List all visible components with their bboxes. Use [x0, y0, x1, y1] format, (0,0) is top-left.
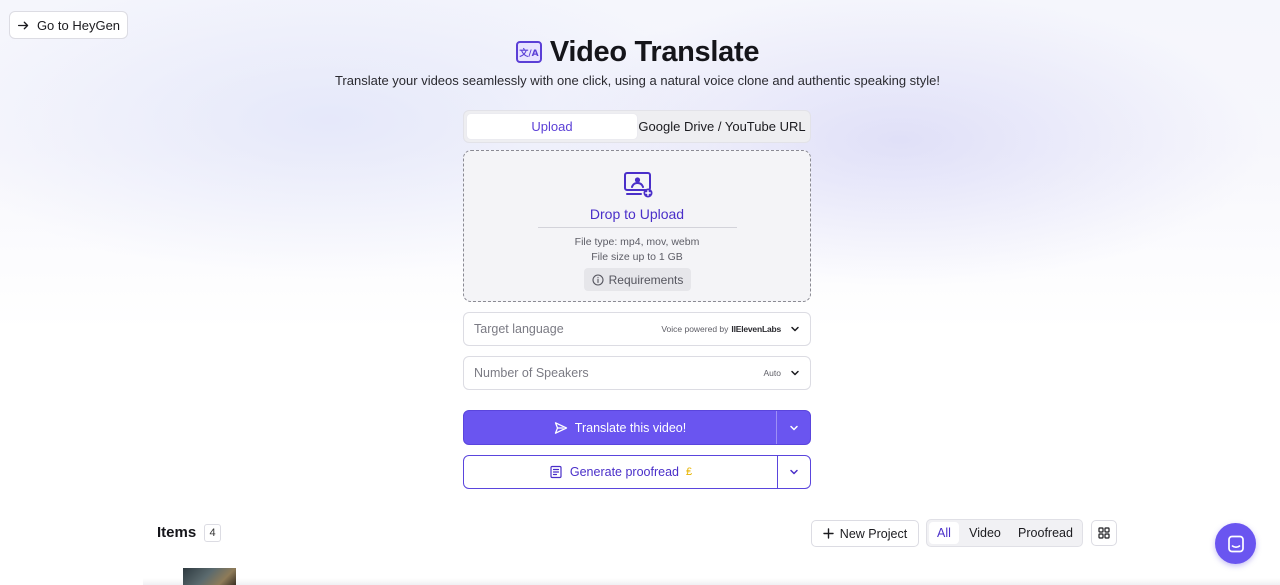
title-row: 文/A Video Translate	[0, 34, 1275, 70]
proofread-button-group: Generate proofread ₤	[463, 455, 811, 489]
translate-video-label: Translate this video!	[574, 420, 687, 435]
voice-powered-hint: Voice powered by IIElevenLabs	[661, 324, 781, 334]
file-type-info: File type: mp4, mov, webm	[574, 236, 700, 248]
upload-video-icon	[624, 172, 653, 198]
chevron-down-icon	[791, 326, 799, 332]
chevron-down-icon	[791, 370, 799, 376]
chevron-down-icon	[789, 425, 798, 430]
requirements-button[interactable]: Requirements	[584, 268, 691, 291]
items-panel-edge	[143, 578, 1280, 585]
tab-upload[interactable]: Upload	[467, 114, 637, 139]
dropzone-divider	[538, 227, 737, 228]
arrow-right-icon	[17, 21, 29, 29]
item-filter-group: All Video Proofread	[926, 519, 1083, 547]
tab-google-drive-youtube-url[interactable]: Google Drive / YouTube URL	[637, 114, 807, 139]
file-size-info: File size up to 1 GB	[591, 251, 683, 263]
source-tabs: Upload Google Drive / YouTube URL	[463, 110, 811, 143]
items-count-badge: 4	[204, 524, 221, 542]
elevenlabs-brand: IIElevenLabs	[731, 324, 781, 334]
item-thumbnail[interactable]	[183, 568, 236, 585]
proofread-options-dropdown[interactable]	[777, 456, 810, 488]
translate-button-group: Translate this video!	[463, 410, 811, 445]
drop-to-upload-link[interactable]: Drop to Upload	[464, 206, 810, 222]
info-icon	[592, 273, 604, 286]
send-icon	[554, 421, 567, 434]
plus-icon	[823, 528, 834, 539]
document-icon	[550, 465, 562, 479]
voice-powered-text: Voice powered by	[661, 324, 729, 334]
items-heading: Items	[157, 524, 197, 541]
chat-icon	[1227, 535, 1244, 552]
target-language-placeholder: Target language	[474, 322, 564, 336]
translate-options-dropdown[interactable]	[776, 411, 810, 444]
translate-icon: 文/A	[515, 41, 542, 63]
svg-text:文/A: 文/A	[518, 47, 538, 59]
page-subtitle: Translate your videos seamlessly with on…	[334, 73, 941, 88]
translate-video-button[interactable]: Translate this video!	[464, 411, 776, 444]
chevron-down-icon	[790, 469, 798, 475]
support-chat-button[interactable]	[1215, 523, 1256, 564]
new-project-label: New Project	[839, 526, 908, 541]
filter-proofread[interactable]: Proofread	[1011, 522, 1080, 544]
speakers-auto-hint: Auto	[763, 368, 782, 378]
upload-dropzone[interactable]: Drop to Upload File type: mp4, mov, webm…	[463, 150, 811, 302]
page-title: Video Translate	[549, 35, 760, 68]
target-language-select[interactable]: Target language Voice powered by IIEleve…	[463, 312, 811, 346]
grid-icon	[1098, 527, 1110, 539]
requirements-label: Requirements	[608, 272, 684, 287]
filter-video[interactable]: Video	[959, 522, 1011, 544]
new-project-button[interactable]: New Project	[811, 520, 919, 547]
go-to-heygen-label: Go to HeyGen	[36, 17, 121, 33]
credit-coin-icon: ₤	[685, 466, 693, 478]
filter-all[interactable]: All	[929, 522, 959, 544]
generate-proofread-button[interactable]: Generate proofread ₤	[464, 456, 777, 488]
number-of-speakers-select[interactable]: Number of Speakers Auto	[463, 356, 811, 390]
generate-proofread-label: Generate proofread	[569, 465, 679, 479]
grid-view-button[interactable]	[1091, 520, 1117, 546]
number-of-speakers-placeholder: Number of Speakers	[474, 366, 589, 380]
